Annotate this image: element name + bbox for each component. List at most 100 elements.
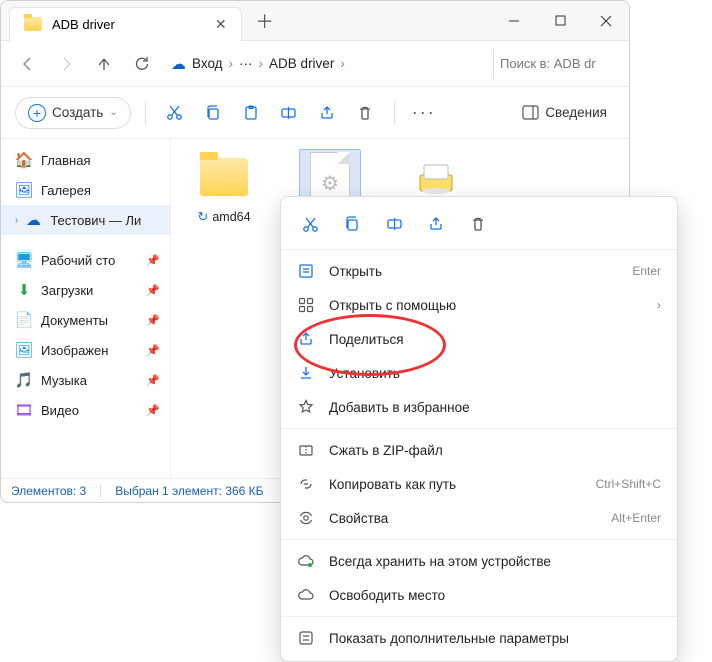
toolbar: + Создать ⌄ ··· Сведения [1,87,629,139]
context-icon-row [281,203,677,245]
maximize-button[interactable] [537,1,583,41]
documents-icon: 📄 [15,311,33,329]
sidebar-label: Изображен [41,343,108,358]
create-button[interactable]: + Создать ⌄ [15,97,131,129]
paste-button[interactable] [236,98,266,128]
chevron-right-icon: › [15,215,18,226]
pin-icon: 📌 [146,404,160,417]
ctx-label: Сжать в ZIP-файл [329,443,443,458]
ctx-more-options[interactable]: Показать дополнительные параметры [281,621,677,655]
ctx-shortcut: Ctrl+Shift+C [596,477,661,491]
breadcrumb[interactable]: ☁ Вход › ··· › ADB driver › [171,55,489,73]
chevron-right-icon: › [340,56,345,71]
tab-title: ADB driver [52,17,115,32]
ctx-properties[interactable]: Свойства Alt+Enter [281,501,677,535]
ctx-label: Открыть [329,264,382,279]
search-input[interactable]: Поиск в: ADB dr [493,49,619,79]
sidebar-label: Документы [41,313,108,328]
details-label: Сведения [545,105,607,120]
ctx-delete-button[interactable] [461,209,495,239]
ctx-label: Освободить место [329,588,445,603]
pin-icon: 📌 [146,344,160,357]
window-controls [491,1,629,41]
crumb-entry[interactable]: Вход [192,56,223,71]
sidebar-label: Рабочий сто [41,253,115,268]
rename-button[interactable] [274,98,304,128]
sidebar-videos[interactable]: 🎞 Видео 📌 [1,395,170,425]
install-icon [297,365,315,381]
folder-icon [193,149,255,205]
sidebar-documents[interactable]: 📄 Документы 📌 [1,305,170,335]
delete-button[interactable] [350,98,380,128]
ctx-open[interactable]: Открыть Enter [281,254,677,288]
home-icon: 🏠 [15,151,33,169]
tab-active[interactable]: ADB driver ✕ [9,7,242,41]
pin-icon: 📌 [146,374,160,387]
ctx-install[interactable]: Установить [281,356,677,390]
sidebar-home[interactable]: 🏠 Главная [1,145,170,175]
refresh-button[interactable] [125,47,159,81]
ctx-label: Поделиться [329,332,404,347]
separator [281,539,677,540]
new-tab-button[interactable]: ＋ [256,8,274,34]
ctx-open-with[interactable]: Открыть с помощью › [281,288,677,322]
back-button[interactable] [11,47,45,81]
ctx-cut-button[interactable] [293,209,327,239]
sidebar-label: Главная [41,153,90,168]
cloud-free-icon [297,588,315,602]
sidebar-pictures[interactable]: 🖼 Изображен 📌 [1,335,170,365]
ctx-keep-device[interactable]: Всегда хранить на этом устройстве [281,544,677,578]
open-icon [297,263,315,279]
cut-button[interactable] [160,98,190,128]
chevron-right-icon: › [229,56,234,71]
ctx-label: Всегда хранить на этом устройстве [329,554,551,569]
copy-path-icon [297,476,315,492]
titlebar: ADB driver ✕ ＋ [1,1,629,41]
gallery-icon: 🖼 [15,181,33,199]
sidebar-label: Тестович — Ли [50,213,141,228]
ctx-share[interactable]: Поделиться [281,322,677,356]
minimize-button[interactable] [491,1,537,41]
properties-icon [297,510,315,526]
ctx-rename-button[interactable] [377,209,411,239]
share-button[interactable] [312,98,342,128]
sidebar-gallery[interactable]: 🖼 Галерея [1,175,170,205]
ctx-share-button[interactable] [419,209,453,239]
chevron-right-icon: › [657,298,661,312]
separator [281,249,677,250]
open-with-icon [297,297,315,313]
crumb-current[interactable]: ADB driver [269,56,334,71]
details-icon [522,105,539,120]
videos-icon: 🎞 [15,401,33,419]
details-button[interactable]: Сведения [514,101,615,124]
ctx-zip[interactable]: Сжать в ZIP-файл [281,433,677,467]
close-window-button[interactable] [583,1,629,41]
sidebar-music[interactable]: 🎵 Музыка 📌 [1,365,170,395]
create-label: Создать [52,105,103,120]
ctx-label: Свойства [329,511,388,526]
cloud-icon: ☁ [24,211,42,229]
separator [1,235,170,245]
ctx-copy-path[interactable]: Копировать как путь Ctrl+Shift+C [281,467,677,501]
onedrive-cloud-icon: ☁ [171,55,186,73]
more-button[interactable]: ··· [409,98,439,128]
file-item-folder[interactable]: ↻amd64 [185,149,263,225]
separator [145,101,146,125]
up-button[interactable] [87,47,121,81]
cloud-keep-icon [297,554,315,568]
ctx-favorite[interactable]: Добавить в избранное [281,390,677,424]
sidebar-onedrive[interactable]: › ☁ Тестович — Ли [1,205,170,235]
separator [394,101,395,125]
ctx-free-space[interactable]: Освободить место [281,578,677,612]
ctx-copy-button[interactable] [335,209,369,239]
sidebar-desktop[interactable]: 🖥 Рабочий сто 📌 [1,245,170,275]
crumb-dots[interactable]: ··· [239,56,253,71]
ctx-label: Открыть с помощью [329,298,456,313]
separator [281,428,677,429]
sidebar-downloads[interactable]: ⬇ Загрузки 📌 [1,275,170,305]
ctx-shortcut: Enter [632,264,661,278]
chevron-right-icon: › [259,56,264,71]
tab-close-button[interactable]: ✕ [215,16,227,33]
forward-button[interactable] [49,47,83,81]
copy-button[interactable] [198,98,228,128]
